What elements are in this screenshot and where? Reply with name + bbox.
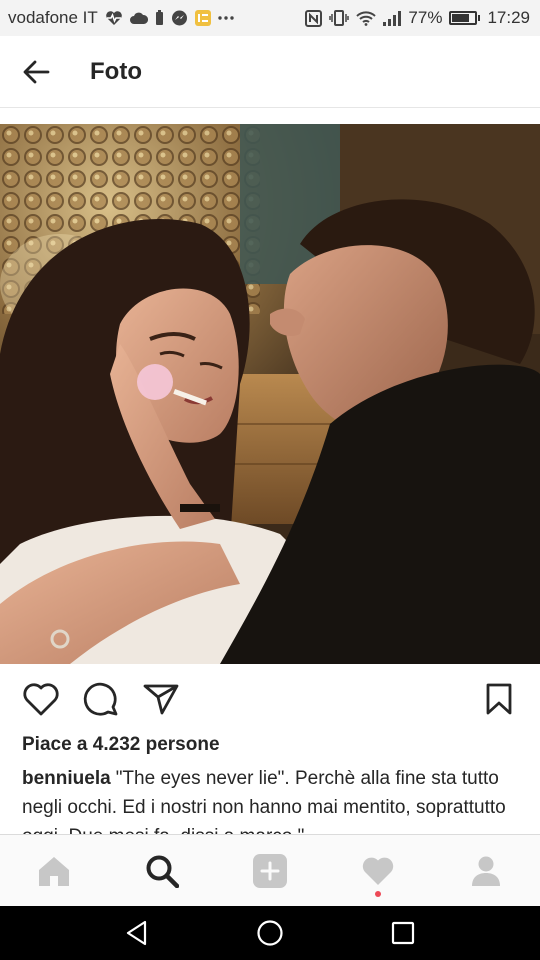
- heart-pulse-icon: [105, 10, 123, 26]
- share-icon: [143, 684, 179, 715]
- like-button[interactable]: [20, 678, 62, 720]
- back-button[interactable]: [0, 36, 72, 108]
- notification-dot: [375, 890, 381, 897]
- status-right: 77% 17:29: [305, 8, 530, 28]
- nav-profile[interactable]: [446, 835, 526, 907]
- post-caption: benniuela "The eyes never lie". Perchè al…: [22, 764, 522, 834]
- nav-activity[interactable]: [338, 835, 418, 907]
- battery-saver-icon: [155, 10, 164, 26]
- post-photo[interactable]: [0, 124, 540, 664]
- recents-square-icon: [392, 921, 415, 945]
- add-post-icon: [253, 853, 287, 888]
- share-button[interactable]: [140, 678, 182, 720]
- more-dots-icon: [218, 15, 234, 21]
- home-circle-icon: [257, 920, 283, 946]
- cloud-icon: [129, 12, 148, 24]
- android-home-button[interactable]: [240, 906, 300, 960]
- comment-icon: [83, 682, 118, 716]
- status-left: vodafone IT: [8, 8, 234, 28]
- save-button[interactable]: [478, 678, 520, 720]
- page-title: Foto: [90, 57, 142, 85]
- android-recents-button[interactable]: [373, 906, 433, 960]
- clock: 17:29: [487, 8, 530, 27]
- battery-icon: [449, 11, 481, 25]
- likes-count[interactable]: Piace a 4.232 persone: [22, 734, 220, 756]
- nfc-icon: [305, 9, 323, 27]
- search-icon: [146, 855, 179, 888]
- caption-username[interactable]: benniuela: [22, 768, 111, 789]
- back-triangle-icon: [126, 920, 146, 946]
- carrier-name: vodafone IT: [8, 8, 98, 27]
- app-icon: [194, 10, 211, 26]
- comment-button[interactable]: [80, 678, 122, 720]
- messenger-icon: [171, 10, 188, 27]
- bookmark-icon: [486, 683, 512, 715]
- vibrate-icon: [329, 10, 350, 26]
- battery-percent: 77%: [408, 8, 443, 27]
- android-back-button[interactable]: [107, 906, 167, 960]
- bottom-nav: [0, 834, 540, 906]
- post-photo-image: [0, 124, 540, 664]
- activity-heart-icon: [362, 857, 394, 885]
- arrow-left-icon: [23, 60, 50, 83]
- post-actions: [0, 664, 540, 734]
- signal-icon: [383, 10, 402, 26]
- wifi-icon: [356, 10, 377, 26]
- nav-add-post[interactable]: [230, 835, 310, 907]
- heart-icon: [23, 683, 59, 716]
- android-nav-bar: [0, 906, 540, 960]
- status-bar: vodafone IT 77% 17:29: [0, 0, 540, 36]
- nav-home[interactable]: [14, 835, 94, 907]
- nav-search[interactable]: [122, 835, 202, 907]
- profile-icon: [472, 856, 500, 886]
- home-icon: [39, 856, 69, 886]
- app-header: Foto: [0, 36, 540, 108]
